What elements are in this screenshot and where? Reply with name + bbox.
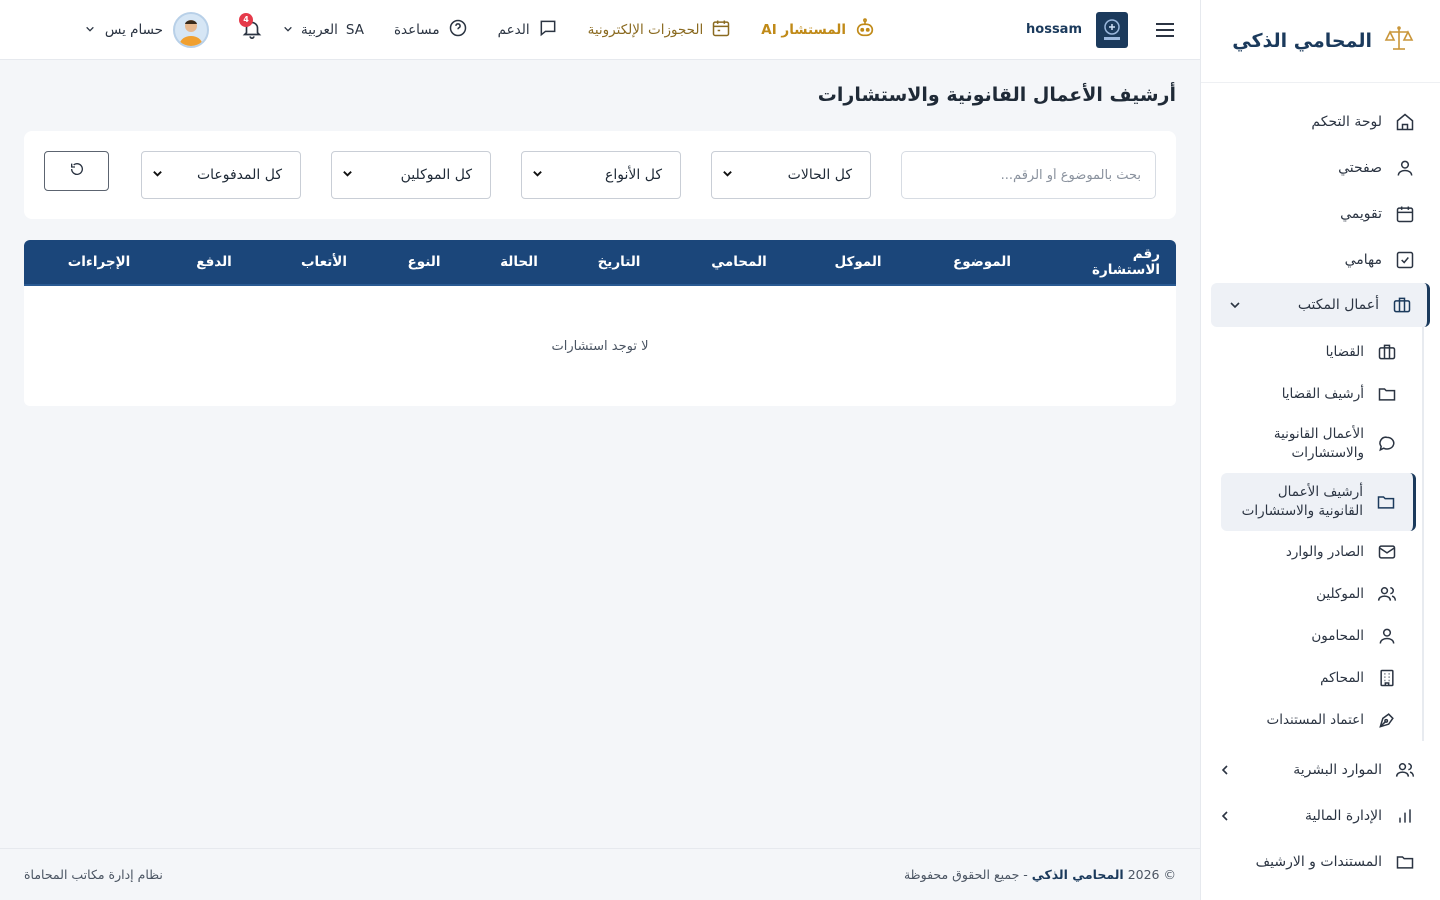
calendar-icon — [711, 18, 731, 42]
folder-icon — [1375, 491, 1397, 513]
col-payment[interactable]: الدفع — [174, 254, 254, 270]
chevron-down-icon — [85, 22, 95, 38]
sidebar-item-tasks[interactable]: مهامي — [1201, 237, 1440, 283]
notification-badge: 4 — [239, 12, 253, 27]
sidebar-item-legal-works[interactable]: الأعمال القانونية والاستشارات — [1201, 415, 1422, 473]
type-filter[interactable]: كل الأنواع — [521, 151, 681, 199]
sidebar-item-cases-archive[interactable]: أرشيف القضايا — [1201, 373, 1422, 415]
office-username: hossam — [1026, 22, 1082, 37]
sidebar-item-correspondence[interactable]: الصادر والوارد — [1201, 531, 1422, 573]
calendar-icon — [1394, 203, 1416, 225]
sidebar-item-calendar[interactable]: تقويمي — [1201, 191, 1440, 237]
sidebar-item-office-work[interactable]: أعمال المكتب — [1211, 283, 1430, 327]
sidebar-item-document-approval[interactable]: اعتماد المستندات — [1201, 699, 1422, 741]
user-icon — [1394, 157, 1416, 179]
sidebar-lower: الموارد البشرية الإدارة المالية المستندا… — [1201, 747, 1440, 885]
e-bookings-link[interactable]: الحجوزات الإلكترونية — [588, 18, 732, 42]
consultations-table: رقم الاستشارة الموضوع الموكل المحامي الت… — [24, 240, 1176, 406]
chevron-down-icon — [342, 167, 353, 183]
col-date[interactable]: التاريخ — [584, 254, 654, 270]
sidebar-item-cases[interactable]: القضايا — [1201, 331, 1422, 373]
chat-bubble-icon — [1376, 433, 1398, 455]
sidebar-item-courts[interactable]: المحاكم — [1201, 657, 1422, 699]
users-icon — [1394, 759, 1416, 781]
sidebar-nav: لوحة التحكم صفحتي تقويمي مهامي أعمال الم… — [1201, 83, 1440, 885]
search-input[interactable] — [901, 151, 1156, 199]
sidebar-item-clients[interactable]: الموكلين — [1201, 573, 1422, 615]
sidebar-item-legal-works-archive[interactable]: أرشيف الأعمال القانونية والاستشارات — [1221, 473, 1416, 531]
ai-advisor-link[interactable]: المستشار AI — [761, 17, 876, 43]
checkbox-icon — [1394, 249, 1416, 271]
mail-icon — [1376, 541, 1398, 563]
col-status[interactable]: الحالة — [454, 254, 584, 270]
avatar — [173, 11, 209, 48]
footer-brand: المحامي الذكي — [1031, 867, 1124, 882]
bar-chart-icon — [1394, 805, 1416, 827]
language-selector[interactable]: SA العربية — [283, 22, 364, 38]
office-submenu: القضايا أرشيف القضايا الأعمال القانونية … — [1201, 327, 1424, 741]
empty-state: لا توجد استشارات — [551, 338, 649, 354]
home-icon — [1394, 111, 1416, 133]
robot-icon — [854, 17, 876, 43]
help-circle-icon — [448, 18, 468, 42]
support-link[interactable]: الدعم — [498, 18, 558, 42]
refresh-icon — [69, 161, 85, 181]
sidebar-item-dashboard[interactable]: لوحة التحكم — [1201, 99, 1440, 145]
reset-filters-button[interactable] — [44, 151, 109, 191]
folder-icon — [1376, 383, 1398, 405]
col-type[interactable]: النوع — [394, 254, 454, 270]
sidebar-item-hr[interactable]: الموارد البشرية — [1201, 747, 1440, 793]
user-profile-menu[interactable]: حسام يس — [85, 11, 209, 48]
page-title: أرشيف الأعمال القانونية والاستشارات — [817, 84, 1176, 106]
brand-name: المحامي الذكي — [1232, 30, 1372, 52]
payment-filter[interactable]: كل المدفوعات — [141, 151, 301, 199]
chevron-down-icon — [152, 167, 163, 183]
scales-icon — [1384, 24, 1414, 58]
topbar-links: المستشار AI الحجوزات الإلكترونية الدعم م… — [283, 17, 876, 43]
briefcase-icon — [1391, 294, 1413, 316]
footer-system-name: نظام إدارة مكاتب المحاماة — [24, 867, 163, 882]
chevron-down-icon — [532, 167, 543, 183]
col-actions: الإجراءات — [67, 254, 131, 270]
chat-bubble-icon — [538, 18, 558, 42]
col-client[interactable]: الموكل — [824, 254, 892, 270]
chevron-left-icon — [1217, 810, 1233, 822]
folder-icon — [1394, 851, 1416, 873]
chevron-down-icon — [283, 22, 293, 38]
status-filter[interactable]: كل الحالات — [711, 151, 871, 199]
briefcase-icon — [1376, 341, 1398, 363]
sidebar-item-lawyers[interactable]: المحامون — [1201, 615, 1422, 657]
footer: © 2026 المحامي الذكي - جميع الحقوق محفوظ… — [0, 848, 1200, 900]
main-content: أرشيف الأعمال القانونية والاستشارات كل ا… — [0, 60, 1200, 848]
col-subject[interactable]: الموضوع — [892, 254, 1072, 270]
building-icon — [1376, 667, 1398, 689]
col-lawyer[interactable]: المحامي — [654, 254, 824, 270]
chevron-down-icon — [1227, 299, 1243, 311]
brand[interactable]: المحامي الذكي — [1201, 0, 1440, 83]
bell-icon — [241, 21, 263, 44]
office-logo — [1096, 11, 1128, 48]
notifications-button[interactable]: 4 — [239, 12, 263, 44]
chevron-down-icon — [722, 167, 733, 183]
pen-nib-icon — [1376, 709, 1398, 731]
table-header: رقم الاستشارة الموضوع الموكل المحامي الت… — [24, 240, 1176, 286]
col-fees[interactable]: الأتعاب — [254, 254, 394, 270]
topbar: hossam المستشار AI الحجوزات الإلكترونية … — [0, 0, 1200, 60]
col-consultation-number[interactable]: رقم الاستشارة — [1072, 246, 1176, 278]
filters-bar: كل الحالات كل الأنواع كل الموكلين كل الم… — [24, 131, 1176, 219]
user-icon — [1376, 625, 1398, 647]
menu-icon[interactable] — [1154, 19, 1176, 41]
users-icon — [1376, 583, 1398, 605]
sidebar-item-documents[interactable]: المستندات و الارشيف — [1201, 839, 1440, 885]
sidebar: المحامي الذكي لوحة التحكم صفحتي تقويمي م… — [1200, 0, 1440, 900]
copyright: © 2026 المحامي الذكي - جميع الحقوق محفوظ… — [903, 867, 1176, 882]
help-link[interactable]: مساعدة — [394, 18, 468, 42]
sidebar-item-profile[interactable]: صفحتي — [1201, 145, 1440, 191]
chevron-left-icon — [1217, 764, 1233, 776]
client-filter[interactable]: كل الموكلين — [331, 151, 491, 199]
sidebar-item-finance[interactable]: الإدارة المالية — [1201, 793, 1440, 839]
